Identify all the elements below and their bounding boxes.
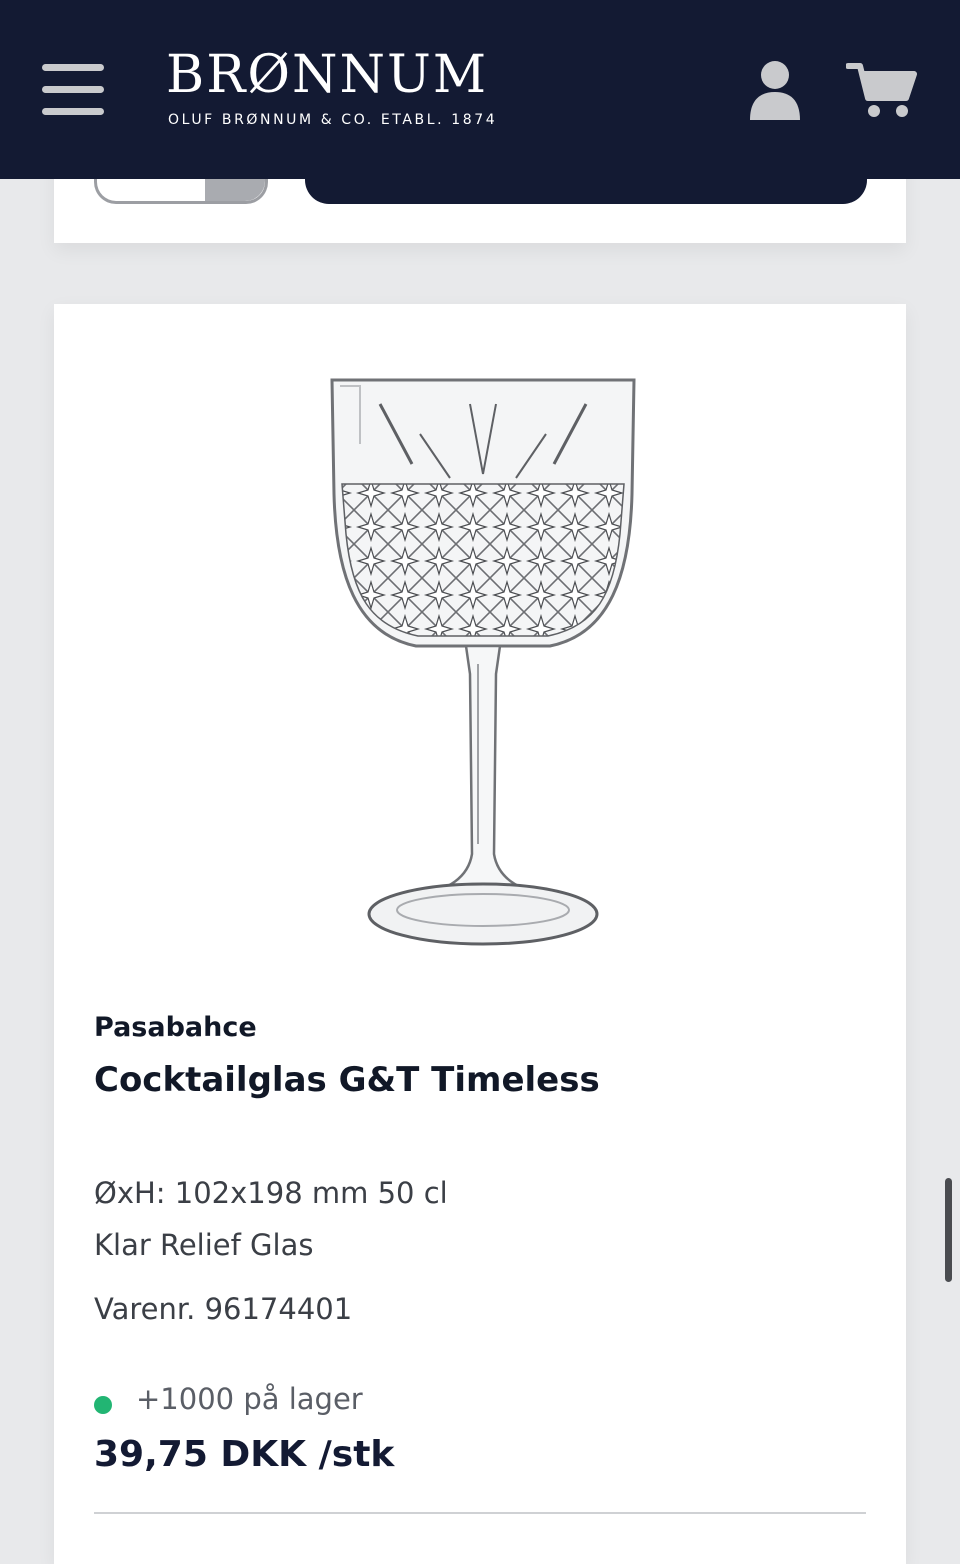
product-image[interactable] — [320, 374, 646, 954]
product-sku: Varenr. 96174401 — [94, 1292, 353, 1326]
brand-subtitle: OLUF BRØNNUM & CO. ETABL. 1874 — [168, 112, 498, 128]
scrollbar[interactable] — [945, 1178, 952, 1282]
divider — [94, 1512, 866, 1514]
stock-status-dot-icon — [94, 1396, 112, 1414]
product-card[interactable]: Pasabahce Cocktailglas G&T Timeless ØxH:… — [54, 304, 906, 1564]
product-dimensions: ØxH: 102x198 mm 50 cl — [94, 1176, 448, 1210]
user-icon[interactable] — [748, 60, 802, 122]
site-header: BRØNNUM OLUF BRØNNUM & CO. ETABL. 1874 — [0, 0, 960, 179]
product-brand: Pasabahce — [94, 1012, 257, 1043]
brand-logo[interactable]: BRØNNUM OLUF BRØNNUM & CO. ETABL. 1874 — [166, 44, 526, 128]
shopping-cart-icon[interactable] — [845, 60, 918, 120]
brand-title: BRØNNUM — [166, 45, 489, 105]
product-material: Klar Relief Glas — [94, 1228, 314, 1262]
stock-status: +1000 på lager — [136, 1382, 363, 1416]
product-title[interactable]: Cocktailglas G&T Timeless — [94, 1060, 600, 1100]
hamburger-menu-icon[interactable] — [42, 64, 104, 116]
product-price: 39,75 DKK /stk — [94, 1434, 395, 1475]
